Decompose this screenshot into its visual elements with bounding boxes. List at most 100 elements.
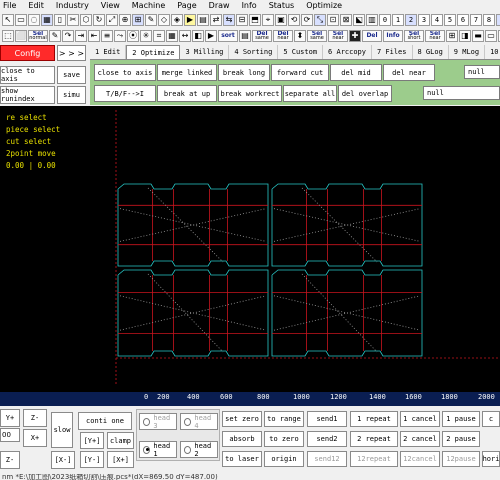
tab-10[interactable]: 10 (485, 45, 500, 59)
x-plus-jog-button[interactable]: [X+] (107, 451, 134, 468)
to-range-button[interactable]: to range (264, 411, 304, 427)
tool-27-icon[interactable]: ⬕ (353, 13, 365, 26)
expand-arrow-button[interactable]: > > > (57, 45, 86, 61)
tool-0-icon[interactable]: ↖ (2, 13, 14, 26)
tool-17-icon[interactable]: ⇆ (223, 13, 235, 26)
tool-21-icon[interactable]: ▣ (275, 13, 287, 26)
del-overlap-button[interactable]: del overlap (338, 85, 392, 102)
menu-machine[interactable]: Machine (126, 0, 172, 12)
menu-status[interactable]: Status (263, 0, 301, 12)
edit-tool-14-icon[interactable]: ◧ (192, 29, 204, 42)
edit-tool-30-icon[interactable]: ▬ (472, 29, 484, 42)
slow-button[interactable]: slow (51, 412, 73, 448)
null-field-2[interactable]: null (423, 86, 500, 100)
conti-one-button[interactable]: conti one (78, 412, 132, 430)
break-long-button[interactable]: break long (218, 64, 270, 81)
separate-all-button[interactable]: separate all (283, 85, 337, 102)
show-runindex-button[interactable]: show runindex (0, 86, 55, 104)
merge-linked-button[interactable]: merge linked (157, 64, 217, 81)
edit-tool-13-icon[interactable]: ↔ (179, 29, 191, 42)
send2-button[interactable]: send2 (307, 431, 347, 447)
tab-6[interactable]: 6 Arccopy (323, 45, 372, 59)
tool-13-icon[interactable]: ◈ (171, 13, 183, 26)
layer-4-button[interactable]: 4 (431, 13, 443, 26)
origin-button[interactable]: origin (264, 451, 304, 467)
send1-button[interactable]: send1 (307, 411, 347, 427)
forward-cut-button[interactable]: forward cut (271, 64, 329, 81)
z-minus-button[interactable]: Z- (23, 409, 47, 427)
edit-tool-10-icon[interactable]: ✳ (140, 29, 152, 42)
menu-file[interactable]: File (0, 0, 22, 12)
hori-button[interactable]: hori (482, 451, 500, 467)
edit-tool-15-icon[interactable]: ▶ (205, 29, 217, 42)
break-workrect-button[interactable]: break workrect (218, 85, 282, 102)
edit-tool-18-icon[interactable]: Del same (252, 29, 272, 42)
tool-26-icon[interactable]: ⊠ (340, 13, 352, 26)
layer-8-button[interactable]: 8 (483, 13, 495, 26)
edit-tool-8-icon[interactable]: ⤳ (114, 29, 126, 42)
edit-tool-28-icon[interactable]: ⊞ (446, 29, 458, 42)
head-4-radio[interactable]: head 4 (180, 413, 218, 430)
repeat-2-button[interactable]: 2 repeat (350, 431, 398, 447)
tab-4[interactable]: 4 Sorting (229, 45, 279, 59)
edit-tool-26-icon[interactable]: Sel short (404, 29, 424, 42)
edit-tool-25-icon[interactable]: Info (383, 29, 403, 42)
tool-6-icon[interactable]: ⬡ (80, 13, 92, 26)
x-plus-button[interactable]: X+ (23, 429, 47, 447)
edit-tool-5-icon[interactable]: ⇥ (75, 29, 87, 42)
tool-3-icon[interactable]: ▦ (41, 13, 53, 26)
to-laser-button[interactable]: to laser (222, 451, 262, 467)
edit-tool-23-icon[interactable]: ✚ (349, 29, 361, 42)
edit-tool-31-icon[interactable]: ▭ (485, 29, 497, 42)
menu-view[interactable]: View (95, 0, 126, 12)
x-minus-button[interactable]: [X-] (51, 451, 75, 469)
edit-tool-24-icon[interactable]: Del (362, 29, 382, 42)
y-minus-jog-button[interactable]: [Y-] (80, 451, 104, 468)
edit-tool-9-icon[interactable]: ⦿ (127, 29, 139, 42)
tool-8-icon[interactable]: ⤢ (106, 13, 118, 26)
layer-6-button[interactable]: 6 (457, 13, 469, 26)
tab-7[interactable]: 7 Files (372, 45, 413, 59)
cancel-1-button[interactable]: 1 cancel (400, 411, 440, 427)
layer-0-button[interactable]: 0 (379, 13, 391, 26)
menu-info[interactable]: Info (236, 0, 263, 12)
close-to-axis-button[interactable]: close to axis (0, 66, 55, 84)
tool-9-icon[interactable]: ⊕ (119, 13, 131, 26)
step-field[interactable]: 00 (0, 428, 20, 442)
tool-11-icon[interactable]: ✎ (145, 13, 157, 26)
edit-tool-7-icon[interactable]: ≡ (101, 29, 113, 42)
menu-industry[interactable]: Industry (50, 0, 95, 12)
tab-2[interactable]: 2 Optimize (126, 45, 181, 59)
layer-3-button[interactable]: 3 (418, 13, 430, 26)
tab-1[interactable]: 1 Edit (90, 45, 127, 59)
del-mid-button[interactable]: del mid (330, 64, 382, 81)
cut-edge-button[interactable]: c (482, 411, 500, 427)
tab-3[interactable]: 3 Milling (180, 45, 230, 59)
menu-draw[interactable]: Draw (203, 0, 236, 12)
simu-button[interactable]: simu (57, 86, 86, 104)
edit-tool-2-icon[interactable]: Sel normal (28, 29, 48, 42)
pause-2-button[interactable]: 2 pause (442, 431, 480, 447)
tool-16-icon[interactable]: ⇄ (210, 13, 222, 26)
pause-1-button[interactable]: 1 pause (442, 411, 480, 427)
tool-22-icon[interactable]: ⟲ (288, 13, 300, 26)
head-3-radio[interactable]: head 3 (139, 413, 177, 430)
tool-4-icon[interactable]: ▯ (54, 13, 66, 26)
tab-8[interactable]: 8 GLog (413, 45, 449, 59)
layer-7-button[interactable]: 7 (470, 13, 482, 26)
menu-page[interactable]: Page (171, 0, 202, 12)
to-zero-button[interactable]: to zero (264, 431, 304, 447)
null-field-1[interactable]: null (464, 65, 500, 79)
tool-5-icon[interactable]: ✂ (67, 13, 79, 26)
tool-7-icon[interactable]: ↻ (93, 13, 105, 26)
send12-button[interactable]: send12 (307, 451, 347, 467)
edit-tool-3-icon[interactable]: ✎ (49, 29, 61, 42)
tool-28-icon[interactable]: ▥ (366, 13, 378, 26)
tool-19-icon[interactable]: ⬒ (249, 13, 261, 26)
tool-2-icon[interactable]: ◌ (28, 13, 40, 26)
tab-5[interactable]: 5 Custom (278, 45, 324, 59)
edit-tool-20-icon[interactable]: ⬍ (294, 29, 306, 42)
edit-tool-16-icon[interactable]: sort (218, 29, 238, 42)
absorb-button[interactable]: absorb (222, 431, 262, 447)
edit-tool-4-icon[interactable]: ↷ (62, 29, 74, 42)
